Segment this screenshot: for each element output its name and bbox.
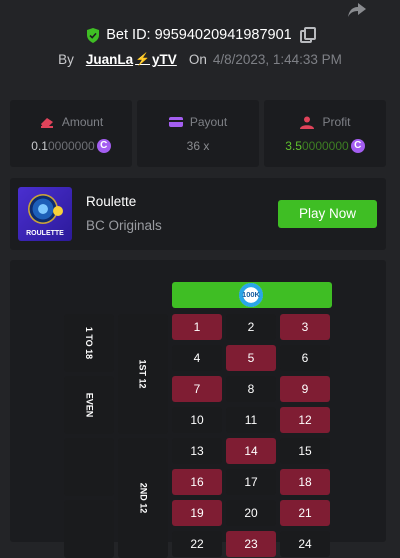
- profit-user-icon: [300, 116, 315, 129]
- number-cell-12[interactable]: 12: [280, 407, 330, 433]
- wallet-icon: [168, 117, 183, 127]
- number-cell-15[interactable]: 15: [280, 438, 330, 464]
- roulette-ball-icon: [53, 206, 63, 216]
- thumbnail-label: ROULETTE: [26, 230, 64, 237]
- number-cell-14[interactable]: 14: [226, 438, 276, 464]
- roulette-thumbnail[interactable]: ROULETTE: [18, 187, 72, 241]
- share-icon[interactable]: [346, 0, 368, 20]
- number-cell-9[interactable]: 9: [280, 376, 330, 402]
- profit-card: Profit 3.5 0000000 C: [264, 100, 386, 167]
- number-cell-17[interactable]: 17: [226, 469, 276, 495]
- number-cell-7[interactable]: 7: [172, 376, 222, 402]
- payout-value: 36 x: [186, 139, 210, 153]
- number-cell-3[interactable]: 3: [280, 314, 330, 340]
- bet-even[interactable]: EVEN: [64, 376, 114, 434]
- verified-shield-icon: [87, 27, 100, 43]
- payout-label: Payout: [189, 115, 228, 129]
- number-cell-23[interactable]: 23: [226, 531, 276, 557]
- bet-author-line: By JuanLa ⚡ yTV On 4/8/2023, 1:44:33 PM: [0, 50, 400, 68]
- bet-date: 4/8/2023, 1:44:33 PM: [212, 51, 342, 67]
- copy-icon[interactable]: [299, 27, 316, 43]
- bet-id-line: Bet ID: 99594020941987901: [0, 24, 400, 46]
- number-cell-1[interactable]: 1: [172, 314, 222, 340]
- number-cell-11[interactable]: 11: [226, 407, 276, 433]
- number-cell-24[interactable]: 24: [280, 531, 330, 557]
- on-label: On: [188, 51, 207, 67]
- play-now-button[interactable]: Play Now: [278, 200, 377, 228]
- bet-red[interactable]: [64, 438, 114, 496]
- amount-card: Amount 0.1 0000000 C: [10, 100, 132, 167]
- bet-chip: 100K: [239, 283, 263, 307]
- amount-label: Amount: [61, 115, 104, 129]
- by-label: By: [58, 51, 74, 67]
- bet-id: Bet ID: 99594020941987901: [106, 27, 292, 43]
- number-cell-20[interactable]: 20: [226, 500, 276, 526]
- eraser-icon: [40, 118, 53, 128]
- zero-cell[interactable]: 100K: [172, 282, 332, 308]
- number-cell-4[interactable]: 4: [172, 345, 222, 371]
- bet-odd[interactable]: [64, 500, 114, 558]
- bet-1st-12[interactable]: 1ST 12: [118, 314, 168, 434]
- number-cell-22[interactable]: 22: [172, 531, 222, 557]
- number-cell-16[interactable]: 16: [172, 469, 222, 495]
- payout-card: Payout 36 x: [137, 100, 259, 167]
- user-link[interactable]: JuanLa ⚡ yTV: [86, 52, 177, 67]
- game-card: ROULETTE Roulette BC Originals Play Now: [10, 178, 386, 250]
- number-cell-8[interactable]: 8: [226, 376, 276, 402]
- number-cell-6[interactable]: 6: [280, 345, 330, 371]
- profit-label: Profit: [322, 115, 351, 129]
- bet-1-to-18[interactable]: 1 TO 18: [64, 314, 114, 372]
- number-cell-13[interactable]: 13: [172, 438, 222, 464]
- game-provider: BC Originals: [86, 218, 162, 233]
- number-cell-21[interactable]: 21: [280, 500, 330, 526]
- number-cell-5[interactable]: 5: [226, 345, 276, 371]
- bet-2nd-12[interactable]: 2ND 12: [118, 438, 168, 558]
- profit-value-decimals: 0000000: [301, 139, 349, 153]
- currency-coin-icon: C: [350, 139, 365, 153]
- number-cell-18[interactable]: 18: [280, 469, 330, 495]
- profit-value: 3.5: [285, 139, 302, 153]
- currency-coin-icon: C: [96, 139, 111, 153]
- lightning-icon: ⚡: [135, 52, 151, 66]
- amount-value: 0.1: [31, 139, 48, 153]
- amount-value-decimals: 0000000: [47, 139, 95, 153]
- number-cell-2[interactable]: 2: [226, 314, 276, 340]
- number-cell-10[interactable]: 10: [172, 407, 222, 433]
- roulette-board: 100K 1 TO 18 EVEN 1ST 12 2ND 12 12345678…: [10, 260, 386, 558]
- game-name: Roulette: [86, 194, 137, 209]
- number-cell-19[interactable]: 19: [172, 500, 222, 526]
